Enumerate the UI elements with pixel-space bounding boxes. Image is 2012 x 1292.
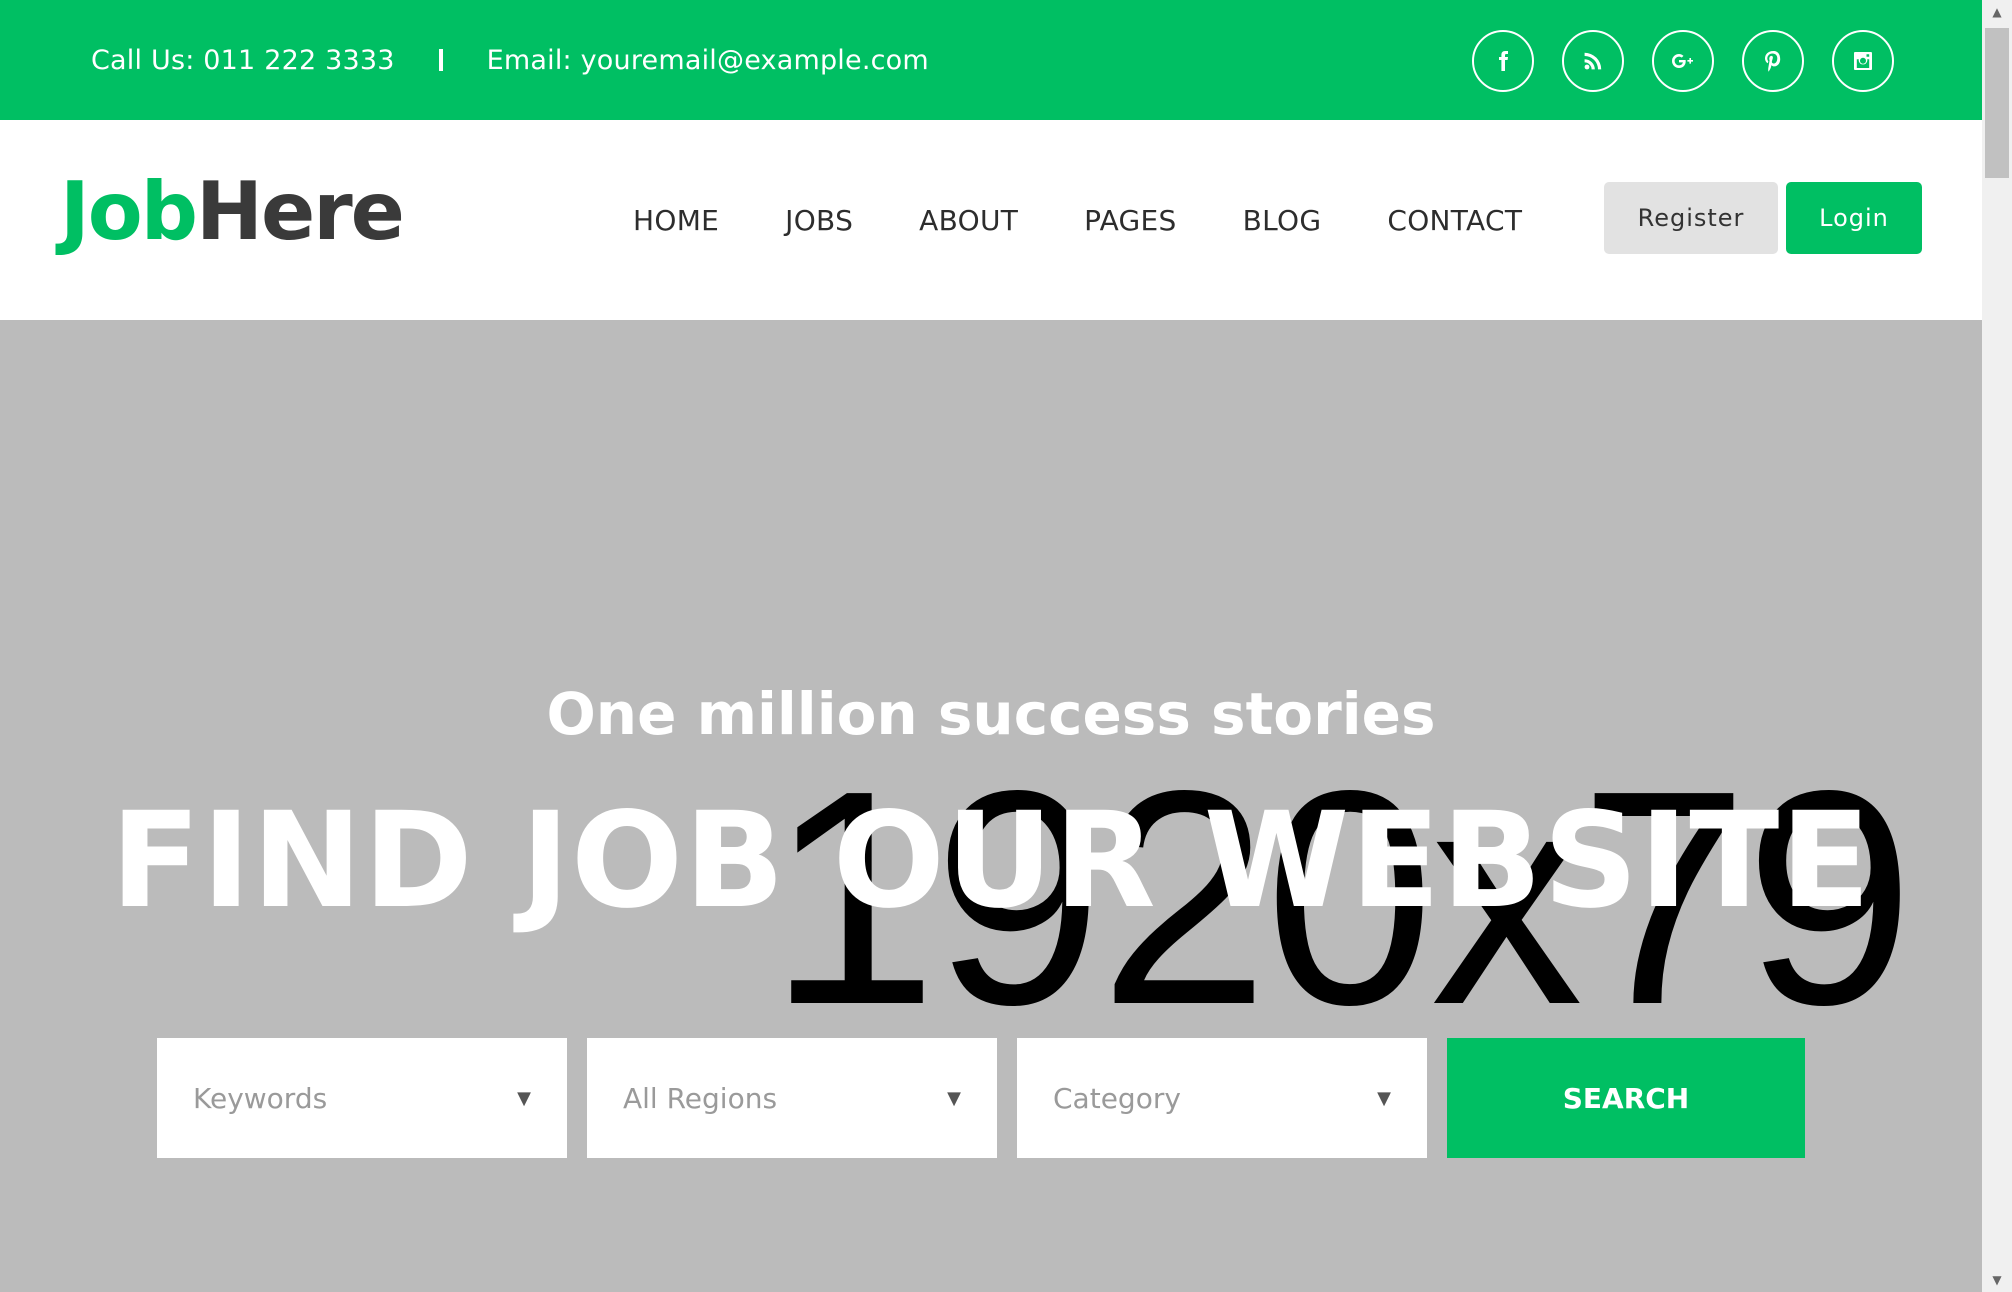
login-button[interactable]: Login	[1786, 182, 1922, 254]
page-scrollbar[interactable]: ▲ ▼	[1982, 0, 2012, 1292]
facebook-icon[interactable]	[1472, 30, 1534, 92]
regions-label: All Regions	[623, 1081, 778, 1115]
chevron-down-icon: ▼	[517, 1087, 531, 1109]
scroll-down-arrow-icon[interactable]: ▼	[1982, 1268, 2012, 1292]
hero-headline: FIND JOB OUR WEBSITE	[110, 784, 1872, 938]
nav-about[interactable]: ABOUT	[919, 204, 1018, 237]
logo-text-job: Job	[60, 165, 198, 258]
separator	[438, 49, 443, 71]
nav-contact[interactable]: CONTACT	[1387, 204, 1522, 237]
social-links	[1472, 30, 1894, 92]
chevron-down-icon: ▼	[947, 1087, 961, 1109]
contact-info: Call Us: 011 222 3333 Email: youremail@e…	[91, 0, 929, 120]
auth-buttons: Register Login	[1604, 182, 1922, 254]
rss-icon[interactable]	[1562, 30, 1624, 92]
hero-section: 1920x79 One million success stories FIND…	[0, 320, 1982, 1292]
pinterest-icon[interactable]	[1742, 30, 1804, 92]
job-search-form: Keywords ▼ All Regions ▼ Category ▼ SEAR…	[157, 1038, 1805, 1158]
keywords-select[interactable]: Keywords ▼	[157, 1038, 567, 1158]
regions-select[interactable]: All Regions ▼	[587, 1038, 997, 1158]
nav-blog[interactable]: BLOG	[1243, 204, 1322, 237]
category-label: Category	[1053, 1081, 1181, 1115]
site-logo[interactable]: JobHere	[60, 172, 405, 252]
search-button[interactable]: SEARCH	[1447, 1038, 1805, 1158]
logo-text-here: Here	[196, 165, 405, 258]
top-bar: Call Us: 011 222 3333 Email: youremail@e…	[0, 0, 1982, 120]
chevron-down-icon: ▼	[1377, 1087, 1391, 1109]
keywords-label: Keywords	[193, 1081, 328, 1115]
main-nav: HOME JOBS ABOUT PAGES BLOG CONTACT	[633, 120, 1522, 320]
instagram-icon[interactable]	[1832, 30, 1894, 92]
phone-text: Call Us: 011 222 3333	[91, 44, 395, 76]
scrollbar-thumb[interactable]	[1985, 28, 2009, 178]
nav-jobs[interactable]: JOBS	[785, 204, 853, 237]
register-button[interactable]: Register	[1604, 182, 1778, 254]
email-text: Email: youremail@example.com	[486, 44, 929, 76]
nav-pages[interactable]: PAGES	[1084, 204, 1176, 237]
site-header: JobHere HOME JOBS ABOUT PAGES BLOG CONTA…	[0, 120, 1982, 320]
hero-subtitle: One million success stories	[546, 680, 1436, 748]
scroll-up-arrow-icon[interactable]: ▲	[1982, 0, 2012, 24]
category-select[interactable]: Category ▼	[1017, 1038, 1427, 1158]
google-plus-icon[interactable]	[1652, 30, 1714, 92]
nav-home[interactable]: HOME	[633, 204, 719, 237]
